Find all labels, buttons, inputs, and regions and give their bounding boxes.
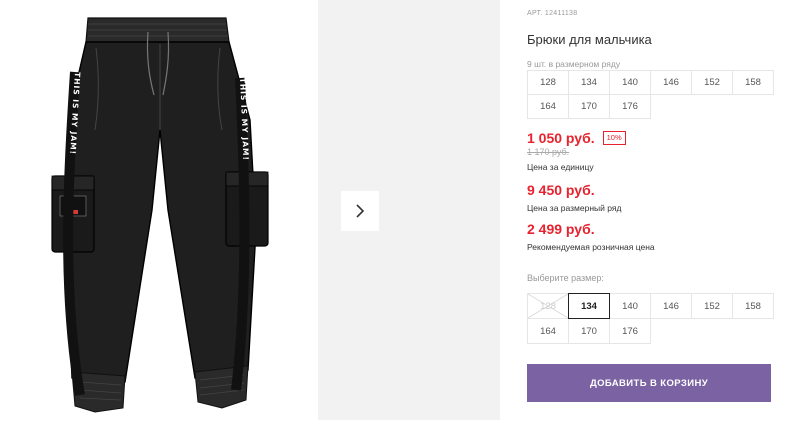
- pack-price-caption: Цена за размерный ряд: [527, 203, 622, 213]
- pack-size-row: 128 134 140 146 152 158: [527, 70, 774, 95]
- pack-size-cell: 128: [527, 70, 569, 95]
- pack-size-cell: 164: [527, 94, 569, 119]
- size-option[interactable]: 170: [568, 318, 610, 344]
- gallery-next-button[interactable]: [341, 191, 379, 231]
- product-main-image[interactable]: THIS IS MY JAM! THIS IS MY JAM!: [0, 0, 318, 420]
- pack-size-note: 9 шт. в размерном ряду: [527, 59, 621, 69]
- size-option[interactable]: 164: [527, 318, 569, 344]
- old-price: 1 170 руб.: [527, 147, 570, 157]
- discount-badge: 10%: [602, 131, 626, 145]
- article-number: АРТ. 12411138: [527, 10, 578, 17]
- unit-price-caption: Цена за единицу: [527, 162, 594, 172]
- size-option-selected[interactable]: 134: [568, 293, 610, 319]
- pack-price: 9 450 руб.: [527, 182, 595, 198]
- size-selector-row: 128 134 140 146 152 158: [527, 293, 774, 319]
- size-option[interactable]: 158: [732, 293, 774, 319]
- retail-price: 2 499 руб.: [527, 221, 595, 237]
- choose-size-label: Выберите размер:: [527, 273, 604, 283]
- pack-size-cell: 146: [650, 70, 692, 95]
- pack-size-cell: 170: [568, 94, 610, 119]
- product-title: Брюки для мальчика: [527, 32, 652, 47]
- size-option[interactable]: 152: [691, 293, 733, 319]
- chevron-right-icon: [356, 204, 365, 218]
- size-option[interactable]: 146: [650, 293, 692, 319]
- add-to-cart-button[interactable]: ДОБАВИТЬ В КОРЗИНУ: [527, 364, 771, 402]
- retail-price-caption: Рекомендуемая розничная цена: [527, 242, 655, 252]
- unit-price-block: 1 050 руб. 10%: [527, 130, 626, 146]
- size-selector: 128 134 140 146 152 158 164 170 176: [527, 293, 774, 344]
- pack-size-cell: 134: [568, 70, 610, 95]
- size-option[interactable]: 140: [609, 293, 651, 319]
- size-option-label: 128: [540, 300, 556, 312]
- pack-size-cell: 158: [732, 70, 774, 95]
- pack-size-grid: 128 134 140 146 152 158 164 170 176: [527, 70, 774, 119]
- unit-price: 1 050 руб.: [527, 130, 595, 146]
- pack-size-cell: 152: [691, 70, 733, 95]
- size-selector-row: 164 170 176: [527, 318, 774, 344]
- product-gallery: THIS IS MY JAM! THIS IS MY JAM!: [0, 0, 500, 420]
- pants-illustration: THIS IS MY JAM! THIS IS MY JAM!: [51, 17, 269, 413]
- pack-size-row: 164 170 176: [527, 94, 774, 119]
- size-option-unavailable: 128: [527, 293, 569, 319]
- size-option[interactable]: 176: [609, 318, 651, 344]
- pack-size-cell: 140: [609, 70, 651, 95]
- pack-size-cell: 176: [609, 94, 651, 119]
